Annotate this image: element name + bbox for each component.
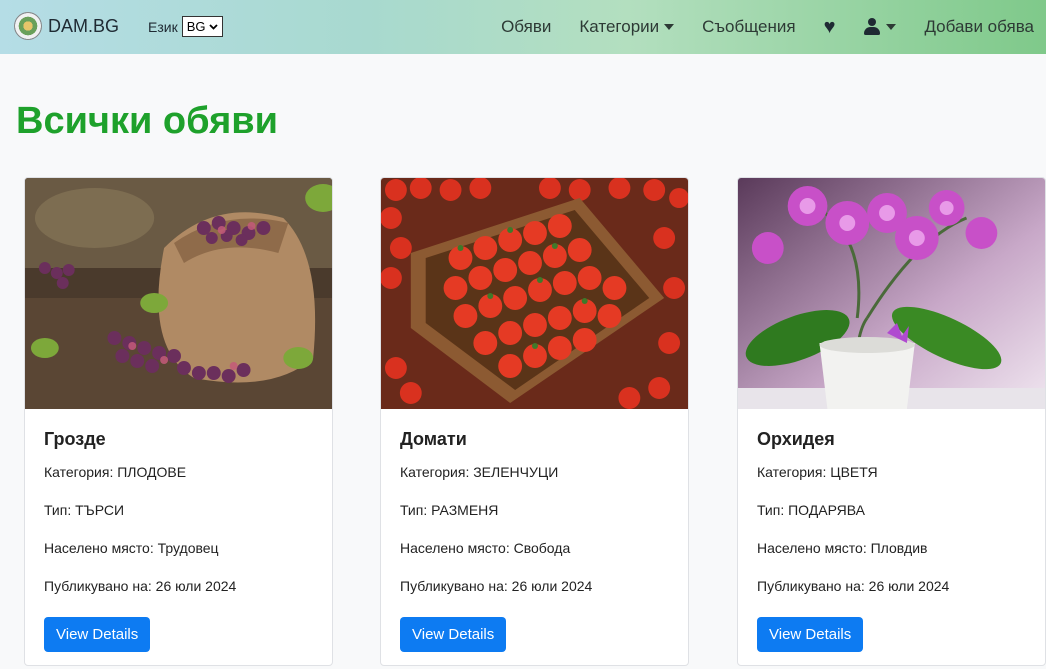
brand-name: DAM.BG [48, 15, 120, 36]
orchid-image [738, 178, 1045, 409]
ad-card: Орхидея Категория: ЦВЕТЯ Тип: ПОДАРЯВА Н… [737, 177, 1046, 666]
card-category: Категория: ЦВЕТЯ [757, 464, 878, 480]
ad-card: Домати Категория: ЗЕЛЕНЧУЦИ Тип: РАЗМЕНЯ… [380, 177, 689, 666]
ad-card: Грозде Категория: ПЛОДОВЕ Тип: ТЪРСИ Нас… [24, 177, 333, 666]
site-logo [14, 12, 42, 40]
card-place: Населено място: Пловдив [757, 540, 928, 556]
card-title: Грозде [44, 429, 106, 449]
language-label: Език [148, 18, 178, 35]
language-select[interactable]: BG [181, 16, 223, 37]
top-navbar: DAM.BG Език BG Обяви Категории Съобщения… [0, 0, 1046, 54]
card-category: Категория: ПЛОДОВЕ [44, 464, 187, 480]
nav-categories-dropdown[interactable]: Категории [579, 17, 675, 37]
caret-down-icon [886, 24, 897, 30]
view-details-button[interactable]: View Details [757, 617, 864, 652]
card-body: Домати Категория: ЗЕЛЕНЧУЦИ Тип: РАЗМЕНЯ… [381, 409, 688, 665]
view-details-button[interactable]: View Details [400, 617, 507, 652]
card-title: Домати [400, 429, 467, 449]
card-place: Населено място: Свобода [400, 540, 571, 556]
card-published: Публикувано на: 26 юли 2024 [44, 578, 237, 594]
language-value: BG [186, 19, 206, 34]
nav-links: Обяви Категории Съобщения ♥ Добави обява [473, 0, 1034, 54]
brand-link[interactable]: DAM.BG [14, 12, 119, 40]
grapes-image [25, 178, 332, 409]
chevron-down-icon [208, 23, 218, 30]
language-switcher: Език BG [148, 16, 223, 37]
nav-messages[interactable]: Съобщения [702, 17, 795, 37]
tomatoes-image [381, 178, 688, 409]
card-published: Публикувано на: 26 юли 2024 [400, 578, 593, 594]
nav-add-ad[interactable]: Добави обява [924, 17, 1034, 37]
view-details-button[interactable]: View Details [44, 617, 151, 652]
card-category: Категория: ЗЕЛЕНЧУЦИ [400, 464, 559, 480]
user-menu-dropdown[interactable] [863, 18, 897, 36]
card-body: Орхидея Категория: ЦВЕТЯ Тип: ПОДАРЯВА Н… [738, 409, 1045, 665]
nav-categories-label: Категории [579, 17, 660, 36]
card-title: Орхидея [757, 429, 835, 449]
card-published: Публикувано на: 26 юли 2024 [757, 578, 950, 594]
nav-ads[interactable]: Обяви [501, 17, 551, 37]
card-place: Населено място: Трудовец [44, 540, 219, 556]
card-type: Тип: ПОДАРЯВА [757, 502, 865, 518]
user-icon [863, 18, 881, 36]
page-title: Всички обяви [16, 100, 279, 142]
heart-icon[interactable]: ♥ [824, 16, 836, 39]
caret-down-icon [664, 24, 675, 30]
card-type: Тип: ТЪРСИ [44, 502, 125, 518]
card-type: Тип: РАЗМЕНЯ [400, 502, 499, 518]
card-body: Грозде Категория: ПЛОДОВЕ Тип: ТЪРСИ Нас… [25, 409, 332, 665]
